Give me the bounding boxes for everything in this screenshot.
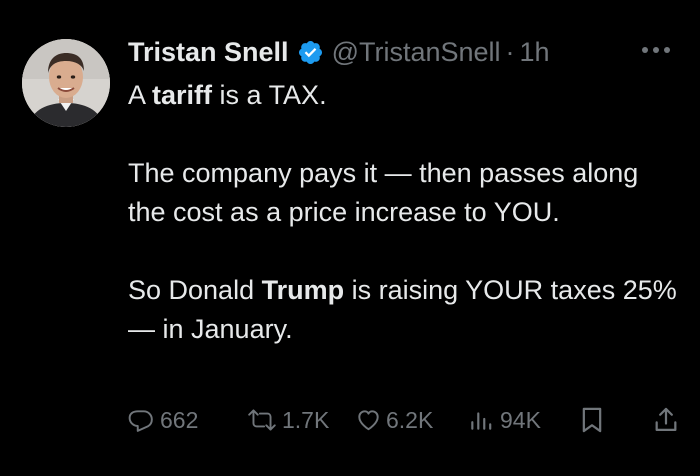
share-icon xyxy=(655,407,677,432)
more-options-button[interactable] xyxy=(636,38,676,62)
views-chart-icon xyxy=(471,412,492,430)
handle[interactable]: @TristanSnell xyxy=(332,37,501,68)
avatar-photo xyxy=(22,39,110,127)
like-count: 6.2K xyxy=(386,406,434,433)
retweet-icon xyxy=(248,409,276,431)
more-dots-icon xyxy=(642,47,670,53)
tweet-paragraph: The company pays it — then passes along … xyxy=(128,158,639,227)
views-count: 94K xyxy=(500,406,541,433)
tweet-card[interactable]: Tristan Snell @TristanSnell · 1h A tarif… xyxy=(0,0,700,476)
bookmark-icon xyxy=(582,407,602,433)
reply-icon xyxy=(128,410,153,432)
reply-count: 662 xyxy=(160,406,199,433)
tweet-text-segment: So Donald xyxy=(128,275,262,305)
share-button[interactable] xyxy=(653,400,679,440)
tweet-text-bold: tariff xyxy=(152,80,213,110)
tweet-header: Tristan Snell @TristanSnell · 1h xyxy=(128,30,550,74)
display-name[interactable]: Tristan Snell xyxy=(128,37,289,68)
tweet-text-segment: is a TAX. xyxy=(212,80,327,110)
like-button[interactable]: 6.2K xyxy=(355,400,433,440)
heart-icon xyxy=(358,410,379,431)
tweet-paragraph: A tariff is a TAX. xyxy=(128,76,678,115)
retweet-count: 1.7K xyxy=(282,406,330,433)
retweet-button[interactable]: 1.7K xyxy=(246,400,329,440)
avatar[interactable] xyxy=(22,39,110,127)
tweet-text-segment: A xyxy=(128,80,153,110)
verified-badge-icon xyxy=(297,39,324,66)
bookmark-button[interactable] xyxy=(580,400,604,440)
header-separator: · xyxy=(505,36,515,67)
tweet-text: A tariff is a TAX. The company pays it —… xyxy=(128,76,678,349)
tweet-paragraph: So Donald Trump is raising YOUR taxes 25… xyxy=(128,271,678,349)
reply-button[interactable]: 662 xyxy=(128,400,198,440)
views-button[interactable]: 94K xyxy=(468,400,541,440)
timestamp[interactable]: 1h xyxy=(520,37,550,68)
action-bar: 662 1.7K 6.2K 94K xyxy=(128,400,683,440)
tweet-text-bold: Trump xyxy=(261,275,345,305)
